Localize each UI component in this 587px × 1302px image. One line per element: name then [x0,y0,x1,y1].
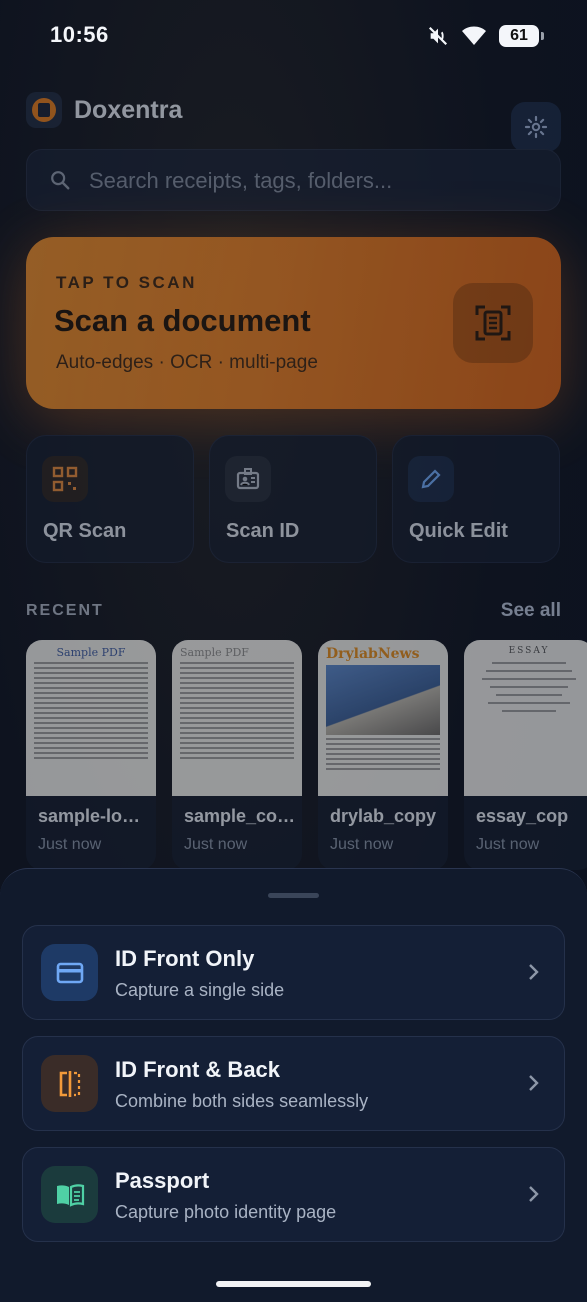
gear-icon [524,115,548,139]
document-thumbnail: DrylabNews [318,640,448,796]
recent-header: RECENT See all [26,600,561,626]
thumbnail-photo [326,665,440,735]
recent-document-card[interactable]: DrylabNews drylab_copy Just now [318,640,448,870]
scan-document-card[interactable]: TAP TO SCAN Scan a document Auto-edges ·… [26,237,561,409]
thumbnail-title: Sample PDF [56,646,126,659]
status-bar: 10:56 61 [0,0,587,72]
document-time: Just now [184,836,248,853]
document-name: sample_co… [184,806,296,826]
id-badge-icon [225,456,271,502]
quick-action-label: Scan ID [226,520,300,542]
chevron-right-icon [529,1186,539,1202]
chevron-right-icon [529,1075,539,1091]
option-title: Passport [115,1168,210,1193]
settings-button[interactable] [511,102,561,152]
document-time: Just now [476,836,540,853]
option-title: ID Front & Back [115,1057,281,1082]
recent-document-card[interactable]: Sample PDF sample_co… Just now [172,640,302,870]
document-name: drylab_copy [330,806,437,826]
recent-documents: Sample PDF sample-lo… Just now Sample PD… [26,640,587,870]
quick-actions: QR Scan Scan ID Quick Edit [26,435,561,565]
option-subtitle: Capture photo identity page [115,1202,337,1222]
option-subtitle: Combine both sides seamlessly [115,1091,369,1111]
option-id-front-back[interactable]: ID Front & Back Combine both sides seaml… [22,1036,565,1131]
quick-action-label: QR Scan [43,520,127,542]
home-indicator[interactable] [216,1281,371,1287]
quick-action-scan-id[interactable]: Scan ID [209,435,377,563]
search-icon [51,171,70,190]
thumbnail-title: ESSAY [508,646,550,656]
qr-icon [42,456,88,502]
scan-id-bottom-sheet: ID Front Only Capture a single side ID F… [0,868,587,1302]
thumbnail-title: Sample PDF [180,646,249,659]
option-passport[interactable]: Passport Capture photo identity page [22,1147,565,1242]
document-thumbnail: ESSAY [464,640,587,796]
battery-indicator: 61 [499,25,544,47]
document-thumbnail: Sample PDF [26,640,156,796]
recent-document-card[interactable]: ESSAY essay_cop Just now [464,640,587,870]
sheet-drag-handle[interactable] [268,893,319,898]
flip-icon [41,1055,98,1112]
option-subtitle: Capture a single side [115,980,285,1000]
document-name: essay_cop [476,806,569,826]
recent-label: RECENT [26,602,104,619]
pencil-icon [408,456,454,502]
document-name: sample-lo… [38,806,141,826]
quick-action-quick-edit[interactable]: Quick Edit [392,435,560,563]
search-bar[interactable]: Search receipts, tags, folders... [26,149,561,211]
wifi-icon [462,26,486,45]
app-screen: 10:56 61 Doxentra Search receipts, tags,… [0,0,587,1302]
app-logo [26,92,62,128]
search-input[interactable]: Search receipts, tags, folders... [89,168,392,194]
recent-document-card[interactable]: Sample PDF sample-lo… Just now [26,640,156,870]
document-thumbnail: Sample PDF [172,640,302,796]
see-all-link[interactable]: See all [501,600,561,622]
card-icon [41,944,98,1001]
quick-action-qr-scan[interactable]: QR Scan [26,435,194,563]
scan-kicker: TAP TO SCAN [56,273,197,292]
option-title: ID Front Only [115,946,255,971]
home-background: Doxentra Search receipts, tags, folders.… [0,72,587,877]
status-time: 10:56 [50,22,109,47]
quick-action-label: Quick Edit [409,520,508,542]
app-header: Doxentra [26,90,561,152]
passport-icon [41,1166,98,1223]
document-time: Just now [330,836,394,853]
status-icons: 61 [427,22,544,50]
app-title: Doxentra [74,96,183,124]
mute-icon [428,26,448,46]
thumbnail-title: DrylabNews [326,646,420,662]
chevron-right-icon [529,964,539,980]
scan-subtitle: Auto-edges · OCR · multi-page [56,352,318,373]
scan-title: Scan a document [54,303,311,338]
scan-button[interactable] [453,283,533,363]
document-time: Just now [38,836,102,853]
document-scan-icon [475,305,511,341]
option-id-front-only[interactable]: ID Front Only Capture a single side [22,925,565,1020]
